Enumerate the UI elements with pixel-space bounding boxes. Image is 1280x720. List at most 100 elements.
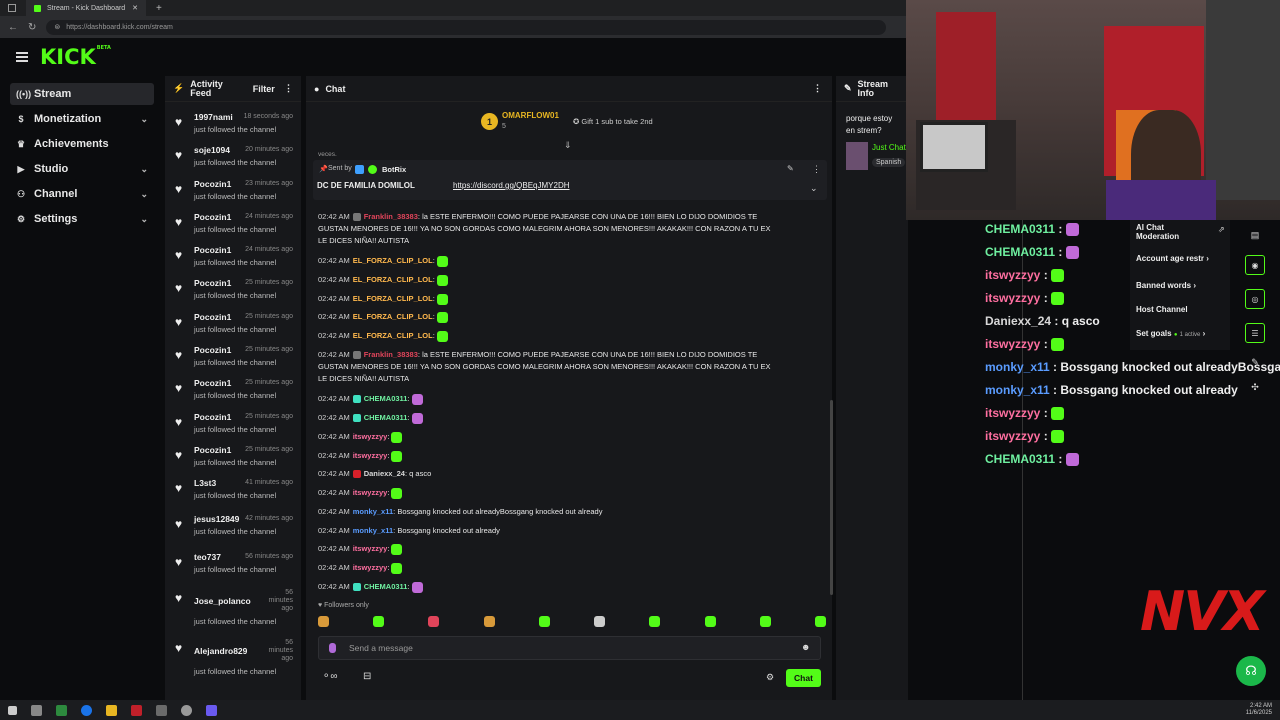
mod-item-host-channel[interactable]: Host Channel [1136,305,1188,314]
browser-icon[interactable] [81,704,92,716]
sidebar-item-achievements[interactable]: ♛ Achievements [10,133,154,155]
unpin-icon[interactable]: ✎ [787,164,794,173]
pinned-message[interactable]: 📌 Sent by BotRix DC DE FAMILIA DOMILOL h… [313,160,827,200]
emote-icon[interactable] [318,616,329,627]
chat-message[interactable]: 02:42 AM CHEMA0311: [318,412,423,424]
window-menu-icon[interactable] [8,4,16,12]
chat-message[interactable]: 02:42 AM Daniexx_24: q asco [318,468,431,480]
new-tab-button[interactable]: + [156,3,162,14]
app-icon[interactable] [206,704,217,716]
more-options-icon[interactable]: ⋮ [284,83,293,94]
activity-row[interactable]: ♥ 1997nami 18 seconds ago just followed the… [165,112,301,145]
chat-username[interactable]: Franklin_38383 [364,350,418,359]
chat-username[interactable]: EL_FORZA_CLIP_LOL [353,331,433,340]
send-chat-button[interactable]: Chat [786,669,821,687]
chat-message[interactable]: 02:42 AM itswyzzyy: [318,431,403,443]
chat-username[interactable]: itswyzzyy [353,488,388,497]
activity-row[interactable]: ♥ Pocozin1 25 minutes ago just followed the… [165,412,301,445]
gift-sub-prompt[interactable]: ✪ Gift 1 sub to take 2nd [573,117,653,126]
windows-start-icon[interactable] [8,705,17,715]
chat-username[interactable]: Daniexx_24 [364,469,405,478]
mod-item-account-age[interactable]: Account age restr › [1136,254,1209,263]
chevron-down-icon[interactable]: ⌄ [810,183,818,194]
chat-scrollbar[interactable] [830,400,833,595]
chat-message[interactable]: 02:42 AM Franklin_38383: la ESTE ENFERMO!… [318,211,770,247]
chat-username[interactable]: CHEMA0311 [364,413,408,422]
app-icon[interactable] [156,704,167,716]
chat-username[interactable]: EL_FORZA_CLIP_LOL [353,294,433,303]
activity-row[interactable]: ♥ Alejandro829 56 minutes ago just followed… [165,638,301,680]
activity-row[interactable]: ♥ Pocozin1 25 minutes ago just followed the… [165,378,301,411]
emote-icon[interactable] [483,616,495,627]
sidebar-item-stream[interactable]: ((•)) Stream [10,83,154,105]
app-icon[interactable] [131,704,142,716]
chat-username[interactable]: CHEMA0311 [364,582,408,591]
headset-icon[interactable]: ☊ [1236,656,1266,686]
chat-username[interactable]: EL_FORZA_CLIP_LOL [353,312,433,321]
mod-item-banned-words[interactable]: Banned words › [1136,281,1196,290]
emoji-icon[interactable]: ☻ [801,642,810,652]
sidebar-item-settings[interactable]: ⚙ Settings ⌄ [10,208,154,230]
chat-message[interactable]: 02:42 AM CHEMA0311: [318,581,423,593]
activity-row[interactable]: ♥ L3st3 41 minutes ago just followed the ch… [165,478,301,511]
emote-icon[interactable] [704,616,716,627]
chat-message[interactable]: 02:42 AM Franklin_38383: la ESTE ENFERMO!… [318,349,770,385]
broadcast-icon[interactable]: ◎ [1245,289,1265,309]
activity-row[interactable]: ♥ Pocozin1 25 minutes ago just followed the… [165,278,301,311]
back-icon[interactable]: ← [8,22,18,33]
app-icon[interactable] [181,704,192,716]
wrench-icon[interactable]: ✎ [1251,357,1259,368]
activity-row[interactable]: ♥ soje1094 20 minutes ago just followed the… [165,145,301,178]
chat-username[interactable]: CHEMA0311 [364,394,408,403]
sidebar-item-studio[interactable]: ▶ Studio ⌄ [10,158,154,180]
copy-icon[interactable]: ▤ [1251,230,1260,241]
browser-tab[interactable]: Stream - Kick Dashboard ✕ [26,0,146,16]
menu-icon[interactable] [16,52,28,62]
mod-item-set-goals[interactable]: Set goals ● 1 active › [1136,329,1205,338]
chat-message[interactable]: 02:42 AM EL_FORZA_CLIP_LOL: [318,274,448,286]
chat-username[interactable]: itswyzzyy [353,563,388,572]
share-icon[interactable]: ✣ [1251,382,1259,393]
activity-row[interactable]: ♥ teo737 56 minutes ago just followed the c… [165,552,301,585]
emote-icon[interactable] [538,616,550,627]
chat-icon[interactable]: ◉ [1245,255,1265,275]
emote-icon[interactable] [759,616,771,627]
chat-username[interactable]: itswyzzyy [353,432,388,441]
chat-username[interactable]: monky_x11 [353,526,393,535]
chat-message[interactable]: 02:42 AM itswyzzyy: [318,450,403,462]
chat-username[interactable]: Franklin_38383 [364,212,418,221]
activity-row[interactable]: ♥ Jose_polanco 56 minutes ago just followed… [165,588,301,630]
store-icon[interactable]: ⊟ [363,671,371,682]
activity-row[interactable]: ♥ Pocozin1 24 minutes ago just followed the… [165,212,301,245]
kick-logo[interactable]: KICKBETA [40,45,111,69]
chat-username[interactable]: itswyzzyy [353,544,388,553]
emote-icon[interactable] [649,616,661,627]
site-info-icon[interactable]: ⊜ [54,23,60,31]
reload-icon[interactable]: ↻ [28,22,36,33]
sidebar-item-monetization[interactable]: $ Monetization ⌄ [10,108,154,130]
emote-icon[interactable] [373,616,385,627]
chat-username[interactable]: EL_FORZA_CLIP_LOL [353,275,433,284]
task-view-icon[interactable] [31,704,42,716]
stream-title[interactable]: porque estoy en strem? [846,113,892,137]
discord-link[interactable]: https://discord.gg/QBEqJMY2DH [453,181,570,190]
mic-icon[interactable] [329,643,336,653]
chat-message[interactable]: 02:42 AM monky_x11: Bossgang knocked out … [318,506,602,518]
chat-message[interactable]: 02:42 AM CHEMA0311: [318,393,423,405]
layout-icon[interactable]: ☰ [1245,323,1265,343]
activity-row[interactable]: ♥ Pocozin1 25 minutes ago just followed the… [165,345,301,378]
close-tab-icon[interactable]: ✕ [132,4,138,12]
chat-message[interactable]: 02:42 AM itswyzzyy: [318,562,403,574]
emote-icon[interactable] [814,616,826,627]
activity-row[interactable]: ♥ Pocozin1 24 minutes ago just followed the… [165,245,301,278]
activity-row[interactable]: ♥ Pocozin1 23 minutes ago just followed the… [165,179,301,212]
chat-message[interactable]: 02:42 AM monky_x11: Bossgang knocked out … [318,525,500,537]
sidebar-item-channel[interactable]: ⚇ Channel ⌄ [10,183,154,205]
chat-input[interactable]: Send a message ☻ [318,636,821,660]
app-icon[interactable] [56,704,67,716]
more-options-icon[interactable]: ⋮ [812,164,821,175]
chat-username[interactable]: itswyzzyy [353,451,388,460]
chat-message[interactable]: 02:42 AM itswyzzyy: [318,543,403,555]
gear-icon[interactable]: ⚙ [766,672,774,683]
chat-message[interactable]: 02:42 AM itswyzzyy: [318,487,403,499]
